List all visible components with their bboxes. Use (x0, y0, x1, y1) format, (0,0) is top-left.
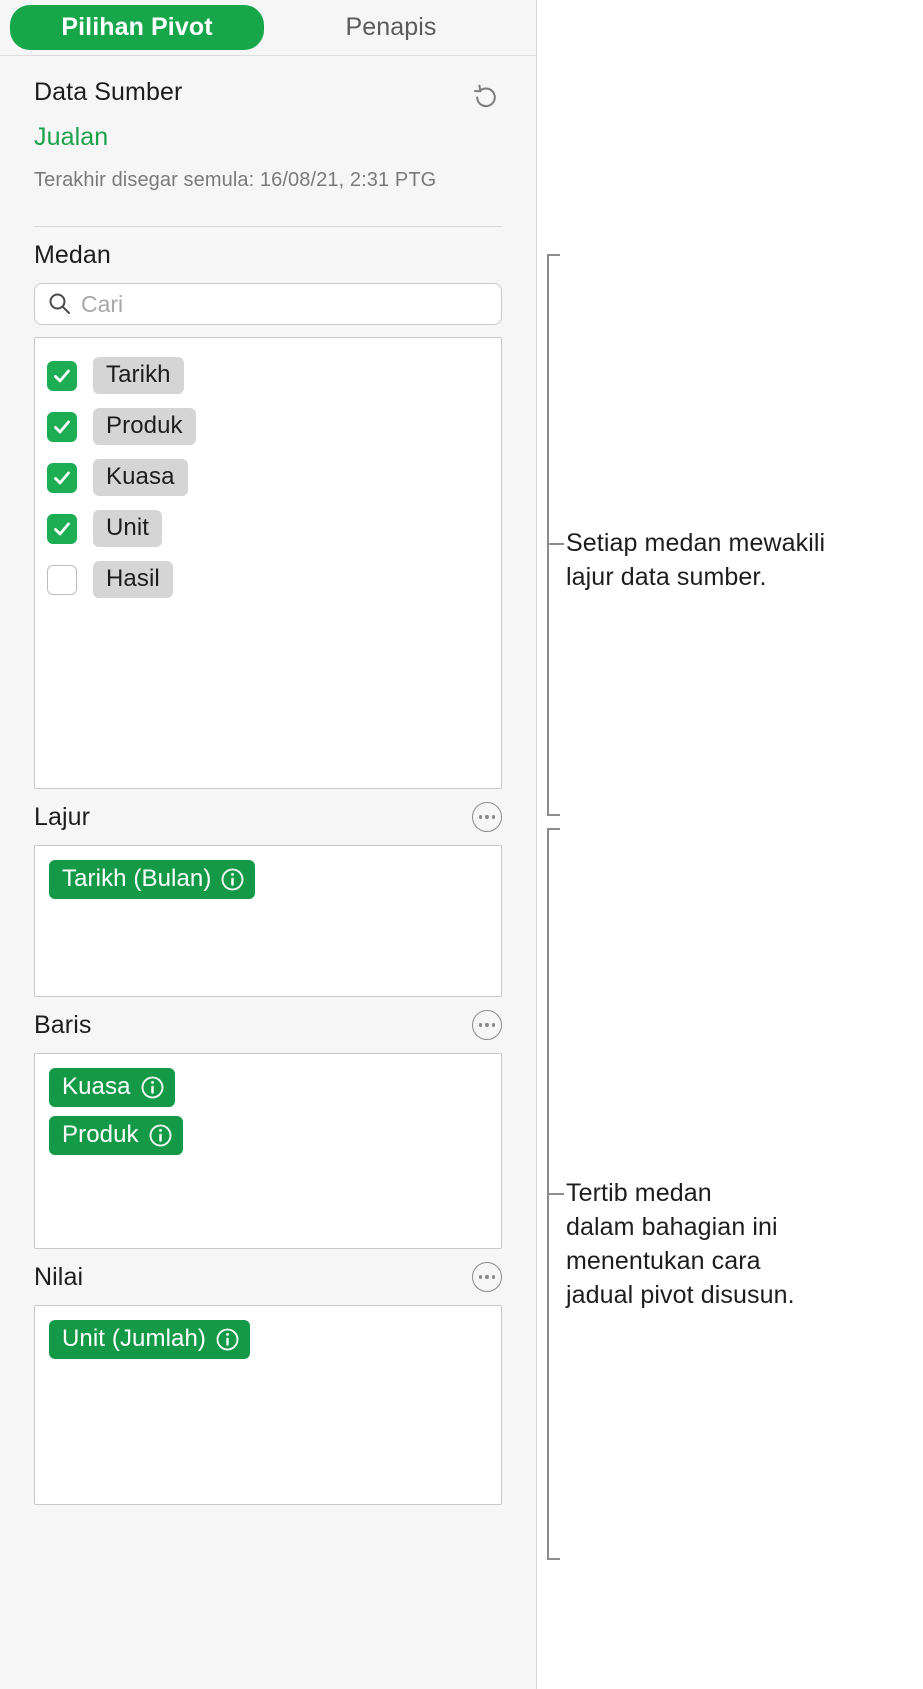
field-list-item[interactable]: Unit (35, 503, 501, 554)
fields-list[interactable]: Tarikh Produk Kuasa Unit Hasil (34, 337, 502, 789)
field-checkbox[interactable] (47, 360, 77, 391)
checkmark-icon (54, 420, 70, 433)
field-list-item[interactable]: Tarikh (35, 350, 501, 401)
field-list-item[interactable]: Kuasa (35, 452, 501, 503)
fields-search-box[interactable] (34, 283, 502, 325)
info-icon[interactable] (221, 868, 244, 891)
tab-pivot-options-label: Pilihan Pivot (61, 13, 213, 41)
rows-section: Baris Kuasa Produk (0, 997, 536, 1249)
source-data-title: Data Sumber (34, 78, 183, 106)
pivot-options-panel: Pilihan Pivot Penapis Data Sumber Jualan… (0, 0, 537, 1689)
tab-pivot-options[interactable]: Pilihan Pivot (10, 5, 264, 50)
field-list-item[interactable]: Hasil (35, 554, 501, 605)
rows-section-header: Baris (34, 997, 502, 1053)
value-field-token-label: Unit (Jumlah) (62, 1325, 206, 1352)
refresh-icon (473, 84, 496, 108)
values-section-label: Nilai (34, 1262, 84, 1291)
columns-drop-well[interactable]: Tarikh (Bulan) (34, 845, 502, 997)
column-field-token-label: Tarikh (Bulan) (62, 865, 212, 892)
columns-more-options-button[interactable] (472, 802, 502, 832)
fields-section-header: Medan (34, 227, 502, 283)
source-data-section: Data Sumber Jualan Terakhir disegar semu… (0, 56, 536, 204)
callout-leader-layout (547, 1193, 564, 1195)
values-section: Nilai Unit (Jumlah) (0, 1249, 536, 1505)
checkmark-icon (54, 522, 70, 535)
row-field-token[interactable]: Produk (49, 1116, 183, 1156)
rows-drop-well[interactable]: Kuasa Produk (34, 1053, 502, 1249)
row-field-token-label: Produk (62, 1121, 139, 1149)
callout-brace-fields (547, 254, 560, 816)
field-label[interactable]: Tarikh (93, 356, 184, 395)
values-drop-well[interactable]: Unit (Jumlah) (34, 1305, 502, 1505)
checkmark-icon (54, 471, 70, 484)
field-list-item[interactable]: Produk (35, 401, 501, 452)
search-icon (49, 293, 70, 314)
info-icon[interactable] (141, 1076, 164, 1099)
info-icon[interactable] (149, 1124, 172, 1147)
callout-text-layout: Tertib medan dalam bahagian ini menentuk… (566, 1179, 795, 1309)
source-last-refreshed: Terakhir disegar semula: 16/08/21, 2:31 … (34, 169, 437, 191)
rows-section-label: Baris (34, 1010, 92, 1039)
field-label[interactable]: Unit (93, 509, 163, 548)
column-field-token[interactable]: Tarikh (Bulan) (49, 860, 256, 900)
fields-section-label: Medan (34, 240, 111, 269)
more-options-icon (478, 815, 483, 819)
fields-section: Medan Tarikh (0, 227, 536, 789)
checkmark-icon (54, 369, 70, 382)
callout-leader-fields (547, 543, 564, 545)
refresh-button[interactable] (469, 80, 503, 114)
field-label[interactable]: Produk (93, 407, 196, 446)
value-field-token[interactable]: Unit (Jumlah) (49, 1320, 250, 1360)
tab-filter[interactable]: Penapis (264, 5, 518, 50)
tab-filter-label: Penapis (345, 13, 437, 41)
columns-section-header: Lajur (34, 789, 502, 845)
field-checkbox[interactable] (47, 462, 77, 493)
field-checkbox[interactable] (47, 411, 77, 442)
field-label[interactable]: Kuasa (93, 458, 188, 497)
field-checkbox[interactable] (47, 513, 77, 544)
columns-section: Lajur Tarikh (Bulan) (0, 789, 536, 997)
rows-more-options-button[interactable] (472, 1010, 502, 1040)
values-more-options-button[interactable] (472, 1262, 502, 1292)
row-field-token-label: Kuasa (62, 1073, 131, 1100)
row-field-token[interactable]: Kuasa (49, 1068, 175, 1108)
info-icon[interactable] (216, 1328, 239, 1351)
panel-tabbar: Pilihan Pivot Penapis (0, 0, 536, 56)
field-label[interactable]: Hasil (93, 560, 173, 599)
more-options-icon (478, 1275, 483, 1279)
source-data-name[interactable]: Jualan (34, 123, 502, 152)
columns-section-label: Lajur (34, 802, 91, 831)
search-input[interactable] (81, 290, 489, 318)
field-checkbox[interactable] (47, 564, 77, 595)
callout-text-fields: Setiap medan mewakili lajur data sumber. (566, 529, 826, 591)
more-options-icon (478, 1023, 483, 1027)
screenshot-root: Pilihan Pivot Penapis Data Sumber Jualan… (0, 0, 923, 1689)
values-section-header: Nilai (34, 1249, 502, 1305)
